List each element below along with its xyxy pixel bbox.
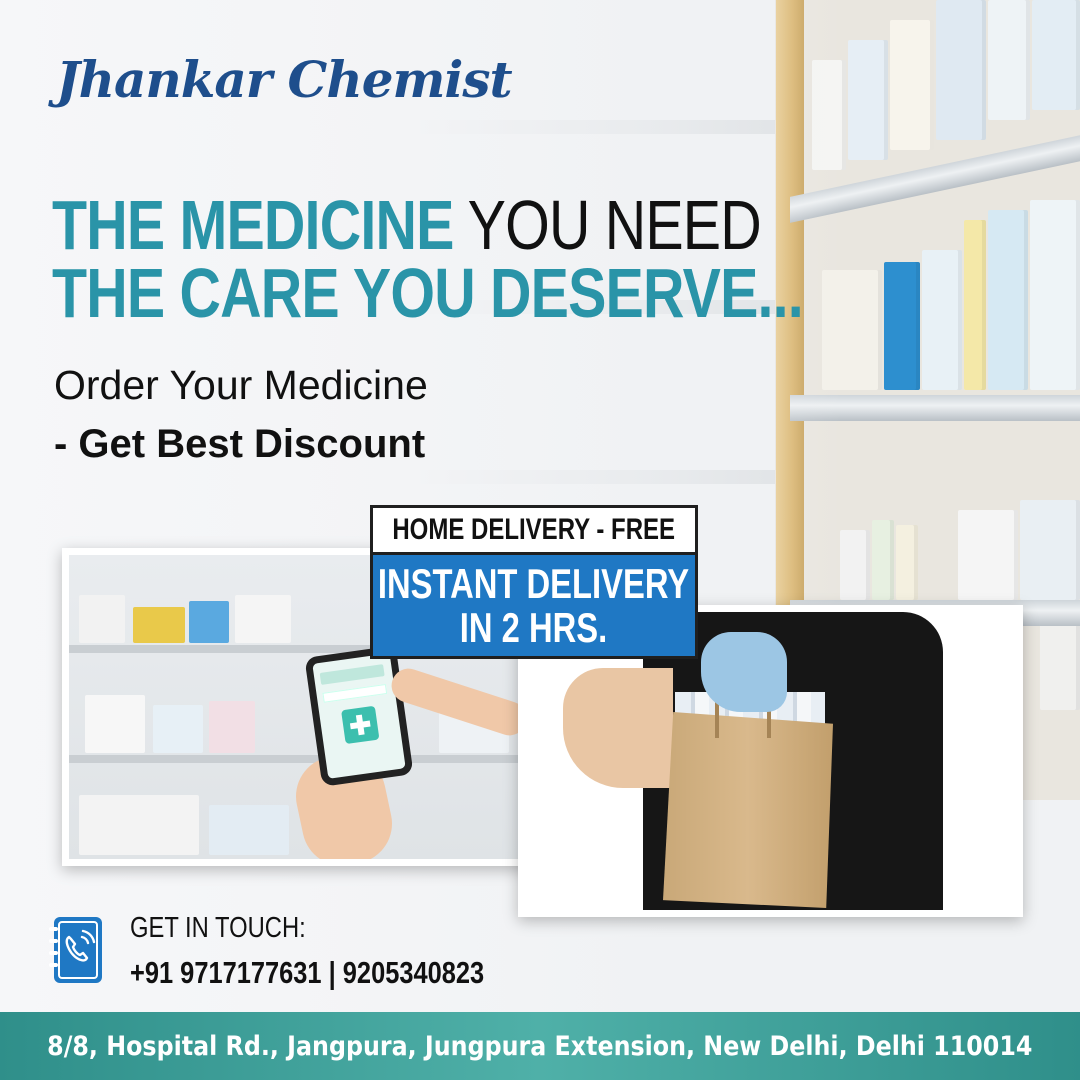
contact-phone-numbers[interactable]: +91 9717177631 | 9205340823 (130, 955, 484, 991)
delivery-time-text: IN 2 HRS. (460, 603, 608, 651)
photo-box (79, 795, 199, 855)
headline-line-2: THE CARE YOU DESERVE... (52, 254, 804, 332)
address-footer: 8/8, Hospital Rd., Jangpura, Jungpura Ex… (0, 1012, 1080, 1080)
home-delivery-text: HOME DELIVERY - FREE (392, 513, 676, 546)
headline-highlight: THE MEDICINE (52, 186, 454, 264)
photo-box (133, 607, 185, 643)
photo-shelf (69, 755, 525, 763)
photo-box (209, 805, 289, 855)
phone-screen (312, 653, 406, 779)
screen-field (322, 683, 388, 703)
instant-delivery-text: INSTANT DELIVERY (378, 559, 690, 607)
instant-delivery-label: INSTANT DELIVERY IN 2 HRS. (370, 555, 698, 659)
photo-box (79, 595, 125, 643)
medical-cross-icon (341, 705, 380, 745)
subheading-order: Order Your Medicine (54, 362, 428, 408)
headline-rest: YOU NEED (453, 186, 762, 264)
photo-box (189, 601, 229, 643)
address-text: 8/8, Hospital Rd., Jangpura, Jungpura Ex… (47, 1030, 1033, 1062)
photo-box (235, 595, 291, 643)
photo-box (209, 701, 255, 753)
screen-header (319, 664, 385, 685)
phone-book-icon (46, 915, 108, 987)
home-delivery-label: HOME DELIVERY - FREE (370, 505, 698, 555)
contact-title: GET IN TOUCH: (130, 912, 306, 944)
paper-bag (663, 712, 833, 908)
photo-box (153, 705, 203, 753)
delivery-arm (563, 668, 673, 788)
brand-logo-text: Jhankar Chemist (56, 50, 513, 109)
subheading-discount: - Get Best Discount (54, 422, 426, 466)
gloved-hand (701, 632, 787, 712)
photo-box (85, 695, 145, 753)
headline-line-1: THE MEDICINE YOU NEED (52, 190, 762, 260)
smartphone (304, 645, 414, 787)
